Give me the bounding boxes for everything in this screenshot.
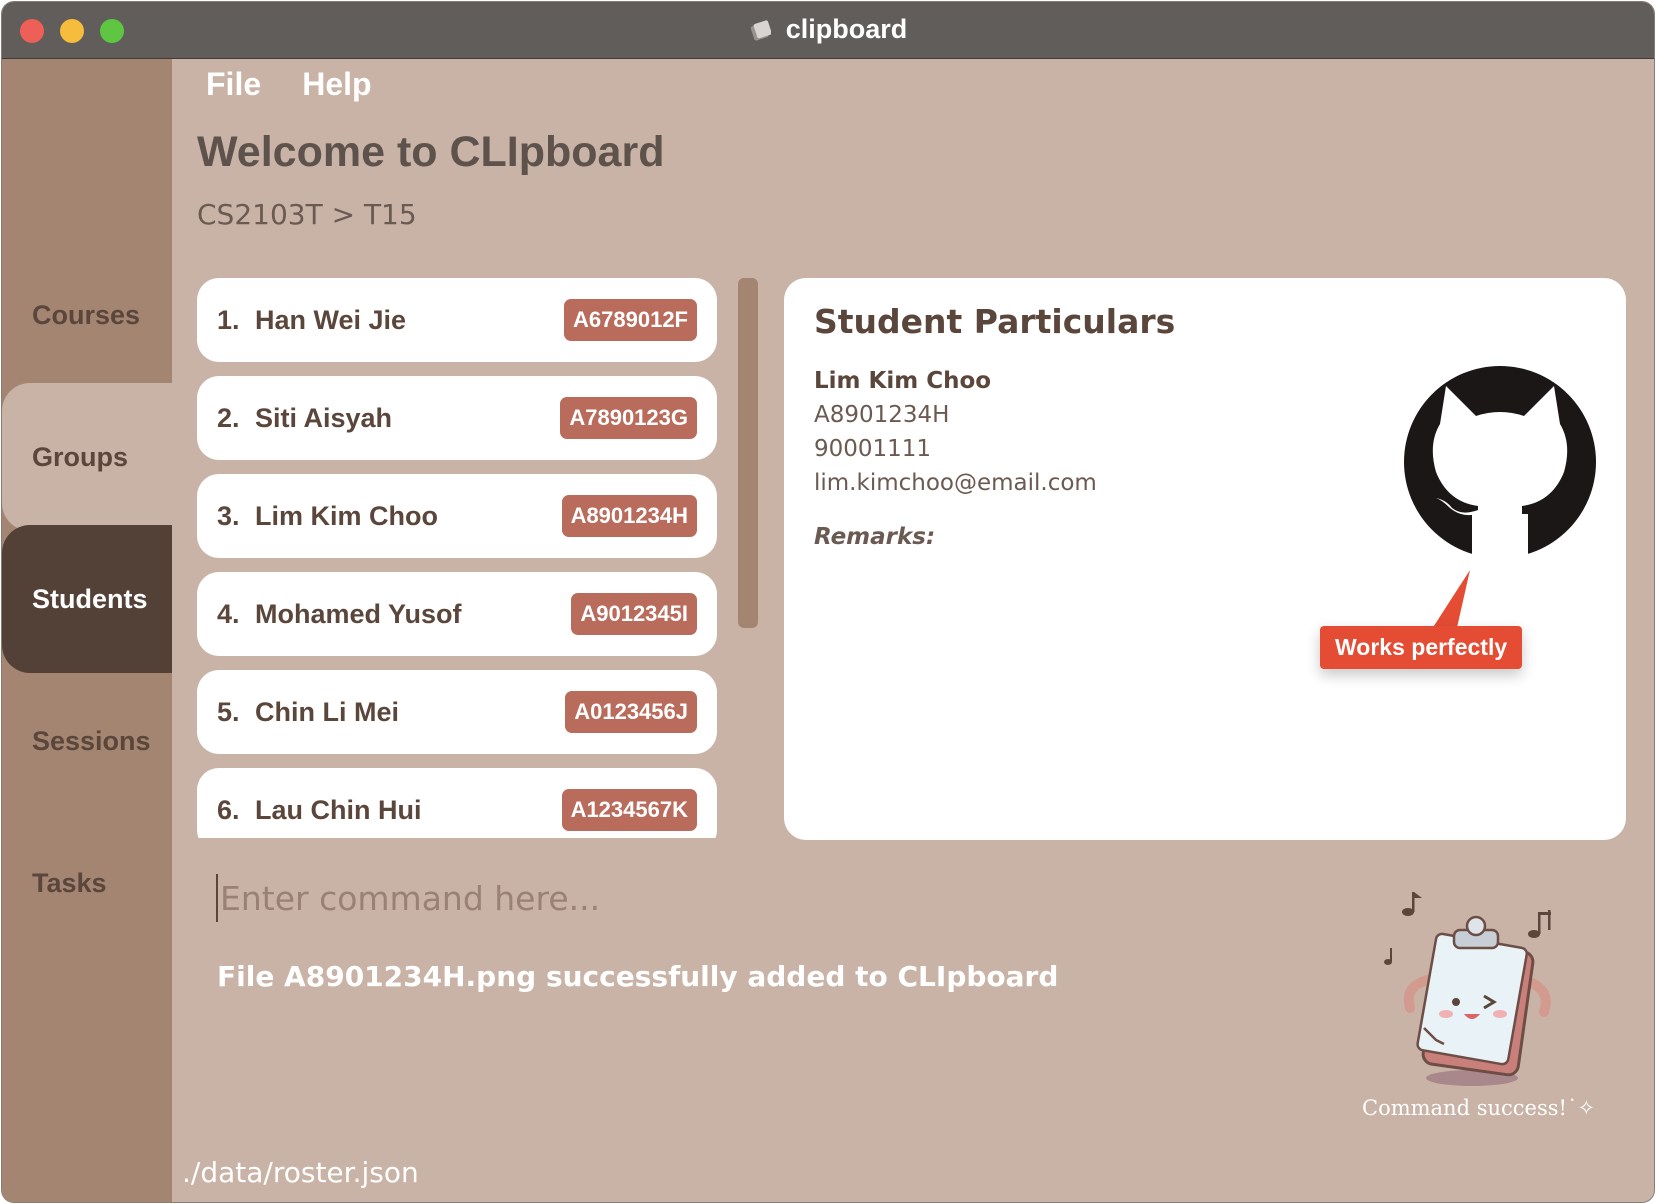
sidebar-item-label: Groups — [32, 441, 129, 472]
student-id-badge: A8901234H — [561, 495, 697, 537]
student-index: 5. — [217, 696, 240, 727]
student-list-item[interactable]: 1. Han Wei Jie A6789012F — [197, 278, 717, 362]
student-list-item[interactable]: 4. Mohamed Yusof A9012345I — [197, 572, 717, 656]
command-input[interactable] — [220, 870, 1320, 926]
student-id-badge: A1234567K — [561, 789, 697, 831]
callout-pointer — [1430, 570, 1470, 632]
app-window: clipboard Courses Groups Students Sessio… — [2, 2, 1654, 1202]
student-index: 3. — [217, 500, 240, 531]
scrollbar-thumb[interactable] — [738, 278, 758, 628]
menu-bar: File Help — [206, 66, 408, 116]
student-name: Mohamed Yusof — [255, 598, 462, 629]
student-id-badge: A0123456J — [565, 691, 697, 733]
student-particulars-card: Student Particulars Lim Kim Choo A890123… — [784, 278, 1626, 840]
student-name: Siti Aisyah — [255, 402, 393, 433]
student-list-item[interactable]: 5. Chin Li Mei A0123456J — [197, 670, 717, 754]
sidebar-item-tasks[interactable]: Tasks — [2, 809, 172, 957]
student-index: 1. — [217, 304, 240, 335]
student-list-item[interactable]: 2. Siti Aisyah A7890123G — [197, 376, 717, 460]
student-id-badge: A6789012F — [564, 299, 697, 341]
student-id-value: A8901234H — [814, 402, 950, 428]
github-octocat-icon — [1404, 366, 1596, 560]
mascot-caption: Command success!˙✧ — [1362, 1096, 1596, 1120]
title-bar: clipboard — [2, 2, 1654, 59]
clipboard-mascot-icon — [1384, 892, 1551, 1086]
sidebar-item-label: Courses — [32, 299, 141, 330]
student-name: Chin Li Mei — [255, 696, 399, 727]
window-title-group: clipboard — [2, 14, 1654, 45]
student-list-scrollbar[interactable] — [738, 278, 758, 628]
student-id-badge: A7890123G — [560, 397, 697, 439]
clipboard-app-icon — [750, 19, 771, 41]
student-email-value: lim.kimchoo@email.com — [814, 470, 1097, 496]
data-file-path: ./data/roster.json — [182, 1156, 419, 1189]
student-id-badge: A9012345I — [571, 593, 697, 635]
menu-help[interactable]: Help — [302, 66, 371, 103]
student-name: Lim Kim Choo — [255, 500, 438, 531]
particulars-heading: Student Particulars — [814, 302, 1176, 341]
student-index: 2. — [217, 402, 240, 433]
sidebar-item-groups[interactable]: Groups — [2, 383, 172, 531]
result-message: File A8901234H.png successfully added to… — [217, 960, 1059, 993]
student-list-item[interactable]: 3. Lim Kim Choo A8901234H — [197, 474, 717, 558]
menu-file[interactable]: File — [206, 66, 261, 103]
student-list: 1. Han Wei Jie A6789012F 2. Siti Aisyah … — [197, 278, 720, 838]
student-name: Han Wei Jie — [255, 304, 407, 335]
sidebar-item-label: Sessions — [32, 725, 151, 756]
student-name: Lau Chin Hui — [255, 794, 422, 825]
annotation-callout: Works perfectly — [1320, 626, 1523, 669]
sidebar-item-sessions[interactable]: Sessions — [2, 667, 172, 815]
student-index: 4. — [217, 598, 240, 629]
student-phone-value: 90001111 — [814, 436, 932, 462]
breadcrumb: CS2103T > T15 — [197, 198, 417, 231]
student-index: 6. — [217, 794, 240, 825]
remarks-label: Remarks: — [814, 524, 936, 550]
student-list-item[interactable]: 6. Lau Chin Hui A1234567K — [197, 768, 717, 838]
sidebar-item-students[interactable]: Students — [2, 525, 172, 673]
sidebar: Courses Groups Students Sessions Tasks — [2, 59, 172, 1202]
student-name-value: Lim Kim Choo — [814, 368, 992, 394]
sidebar-item-label: Students — [32, 583, 148, 614]
sidebar-item-courses[interactable]: Courses — [2, 241, 172, 389]
page-title: Welcome to CLIpboard — [197, 128, 665, 176]
window-title: clipboard — [785, 14, 908, 44]
text-caret — [216, 874, 218, 922]
sidebar-item-label: Tasks — [32, 867, 107, 898]
